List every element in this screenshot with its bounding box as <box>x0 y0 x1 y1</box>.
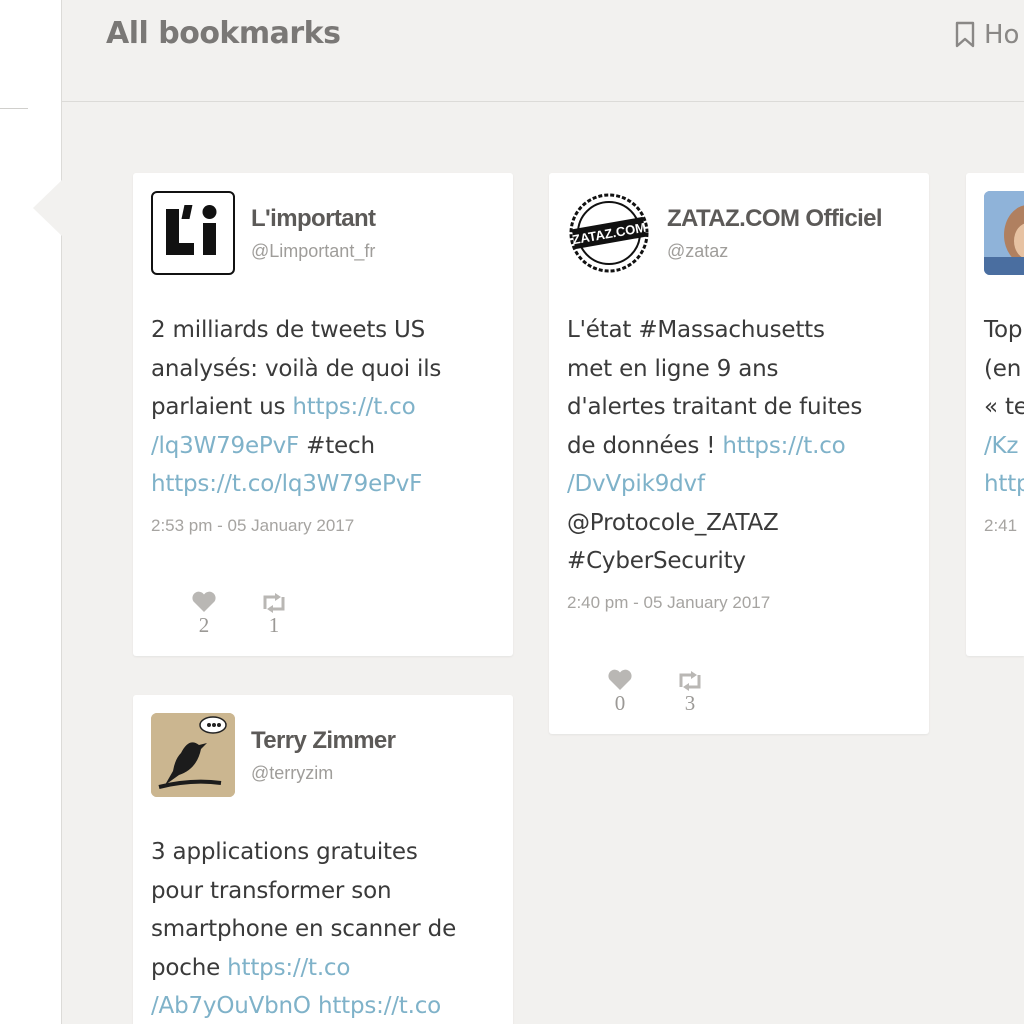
tweet-text-part <box>311 993 318 1019</box>
retweet-icon <box>679 671 701 691</box>
retweet-button[interactable]: 1 <box>254 593 294 638</box>
heart-icon <box>192 591 216 612</box>
tweet-timestamp: 2:53 pm - 05 January 2017 <box>151 516 355 535</box>
tweet-card[interactable]: Terry Zimmer @terryzim 3 applications gr… <box>133 695 513 1024</box>
tweet-text: Top (en « te /Kz http <box>984 311 1024 504</box>
page-title: All bookmarks <box>106 16 341 51</box>
zataz-logo-icon[interactable]: ZATAZ.COM <box>567 191 651 275</box>
person-photo-icon[interactable] <box>984 191 1024 275</box>
retweet-button[interactable]: 3 <box>670 671 710 716</box>
author-name[interactable]: L'important <box>251 205 376 233</box>
tweet-text: 2 milliards de tweets US analysés: voilà… <box>151 311 441 504</box>
tweet-link[interactable]: /Kz http <box>984 433 1024 498</box>
header-link-label: Ho <box>984 20 1020 50</box>
like-button[interactable]: 2 <box>184 591 224 638</box>
tweet-author: L'important @Limportant_fr <box>151 191 376 275</box>
tweet-link[interactable]: https://t.co/lq3W79ePvF <box>151 471 422 497</box>
author-name[interactable]: ZATAZ.COM Officiel <box>667 205 883 233</box>
tweet-text: 3 applications gratuites pour transforme… <box>151 833 456 1024</box>
tweet-text: L'état #Massachusetts met en ligne 9 ans… <box>567 311 862 581</box>
bird-avatar-icon[interactable] <box>151 713 235 797</box>
tweet-text-part: #tech <box>306 432 375 459</box>
tweet-timestamp: 2:40 pm - 05 January 2017 <box>567 593 771 612</box>
sidebar-pointer <box>33 180 62 236</box>
tweet-card[interactable]: ZATAZ.COM ZATAZ.COM Officiel @zataz L'ét… <box>549 173 929 734</box>
bookmark-icon <box>955 21 975 48</box>
retweet-count: 1 <box>268 613 280 637</box>
tweet-card[interactable]: Top (en « te /Kz http 2:41 <box>966 173 1024 656</box>
header-bookmark-link[interactable]: Ho <box>954 20 1019 50</box>
tweet-author <box>984 191 1024 275</box>
like-count: 0 <box>614 691 626 715</box>
tweet-card[interactable]: L'important @Limportant_fr 2 milliards d… <box>133 173 513 656</box>
heart-icon <box>608 669 632 690</box>
author-handle[interactable]: @Limportant_fr <box>251 241 375 262</box>
limportant-logo-icon[interactable] <box>151 191 235 275</box>
sidebar-divider <box>0 108 28 109</box>
retweet-count: 3 <box>684 691 696 715</box>
like-button[interactable]: 0 <box>600 669 640 716</box>
like-count: 2 <box>198 613 210 637</box>
tweet-author: ZATAZ.COM ZATAZ.COM Officiel @zataz <box>567 191 883 275</box>
tweet-author: Terry Zimmer @terryzim <box>151 713 396 797</box>
author-handle[interactable]: @zataz <box>667 241 882 262</box>
tweet-link[interactable]: https://t.co <box>318 993 441 1019</box>
retweet-icon <box>263 593 285 613</box>
tweet-timestamp: 2:41 <box>984 516 1018 535</box>
author-handle[interactable]: @terryzim <box>251 763 395 784</box>
tweet-text-part: Top (en « te <box>984 317 1024 420</box>
header: All bookmarks Ho <box>62 0 1024 102</box>
author-name[interactable]: Terry Zimmer <box>251 727 396 755</box>
sidebar <box>0 0 62 1024</box>
tweet-text-part: @Protocole_ZATAZ #CyberSecurity <box>567 509 779 575</box>
